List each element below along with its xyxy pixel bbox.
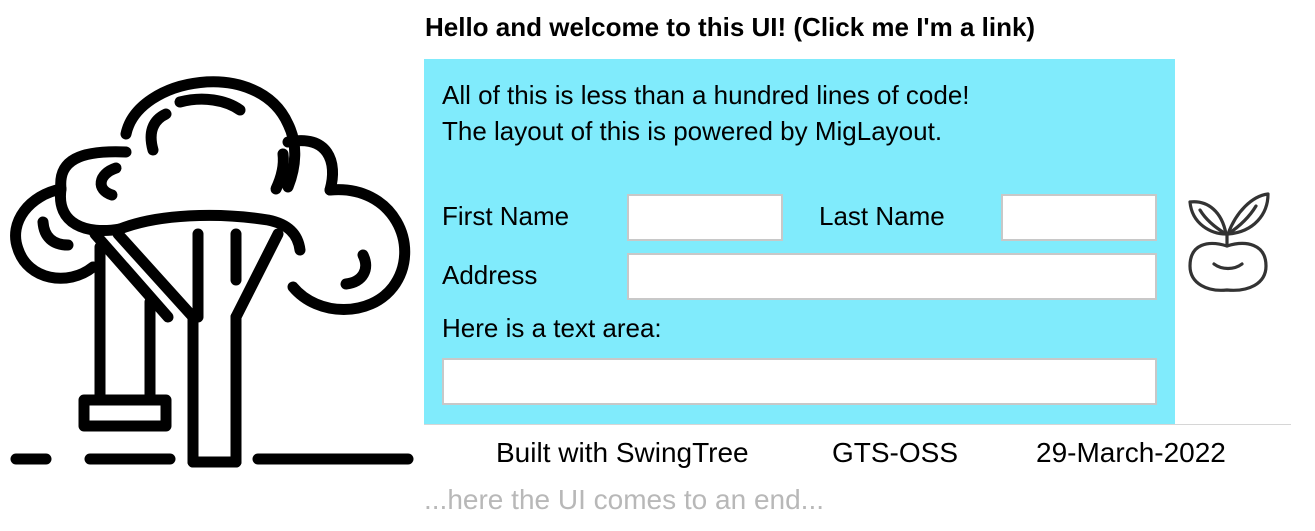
first-name-label: First Name xyxy=(442,201,570,231)
end-note: ...here the UI comes to an end... xyxy=(424,484,824,515)
first-name-field[interactable] xyxy=(627,194,783,241)
intro-line-1: All of this is less than a hundred lines… xyxy=(442,80,970,110)
intro-text: All of this is less than a hundred lines… xyxy=(442,77,970,149)
sprout-icon xyxy=(1188,192,1270,292)
last-name-label: Last Name xyxy=(819,201,945,231)
intro-line-2: The layout of this is powered by MigLayo… xyxy=(442,116,943,146)
footer-divider xyxy=(424,424,1291,425)
last-name-field[interactable] xyxy=(1001,194,1157,241)
built-with-label: Built with SwingTree xyxy=(496,437,749,468)
form-panel: All of this is less than a hundred lines… xyxy=(424,59,1175,424)
org-label: GTS-OSS xyxy=(832,437,959,468)
text-area-label: Here is a text area: xyxy=(442,313,662,343)
address-field[interactable] xyxy=(627,253,1157,300)
text-area[interactable] xyxy=(442,358,1157,405)
welcome-link[interactable]: Hello and welcome to this UI! (Click me … xyxy=(425,12,1035,43)
address-label: Address xyxy=(442,260,538,290)
tree-icon xyxy=(10,76,414,468)
date-label: 29-March-2022 xyxy=(1036,437,1226,468)
